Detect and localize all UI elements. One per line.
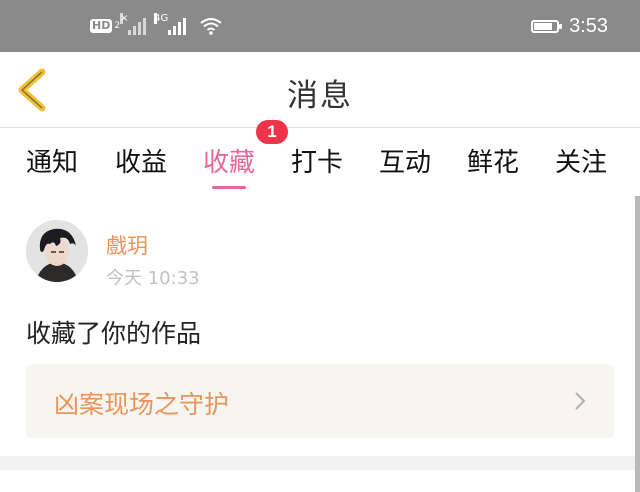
page-title: 消息 [287,78,353,114]
tab-notifications[interactable]: 通知 [26,142,78,179]
status-left: HD 2 × 4G [90,13,222,38]
section-divider [0,456,640,470]
notification-card: 戲玥 今天 10:33 收藏了你的作品 凶案现场之守护 [0,196,640,456]
app-header: 消息 [0,52,640,128]
signal-sim2-icon: 4G [154,13,187,35]
scrollbar[interactable] [635,196,640,492]
work-title: 凶案现场之守护 [54,390,230,419]
timestamp: 今天 10:33 [106,268,200,289]
favorites-count-badge: 1 [256,120,288,144]
active-tab-indicator [212,186,246,189]
clock: 3:53 [569,14,608,37]
avatar-image [26,220,88,282]
no-signal-mark: × [120,13,129,24]
tab-flowers[interactable]: 鲜花 [467,142,519,179]
tab-interactions[interactable]: 互动 [379,142,431,179]
tab-earnings[interactable]: 收益 [115,142,167,179]
status-right: 3:53 [531,14,608,38]
tab-favorites[interactable]: 收藏 [203,142,255,179]
chevron-right-icon [575,392,586,410]
hd-badge: HD [90,19,113,33]
signal-sim1-icon: × [120,13,147,35]
tab-checkin[interactable]: 打卡 [291,142,343,179]
avatar[interactable] [26,220,88,282]
notification-message: 收藏了你的作品 [26,319,202,348]
wifi-icon [200,18,222,35]
network-type: 4G [154,13,169,24]
tab-following[interactable]: 关注 [555,142,607,179]
status-bar: HD 2 × 4G 3:53 [0,0,640,52]
tab-bar: 通知 收益 收藏 打卡 互动 鲜花 关注 [0,128,640,196]
next-card [0,470,640,492]
battery-icon [531,19,563,33]
username[interactable]: 戲玥 [106,230,148,260]
work-link[interactable]: 凶案现场之守护 [26,364,614,438]
